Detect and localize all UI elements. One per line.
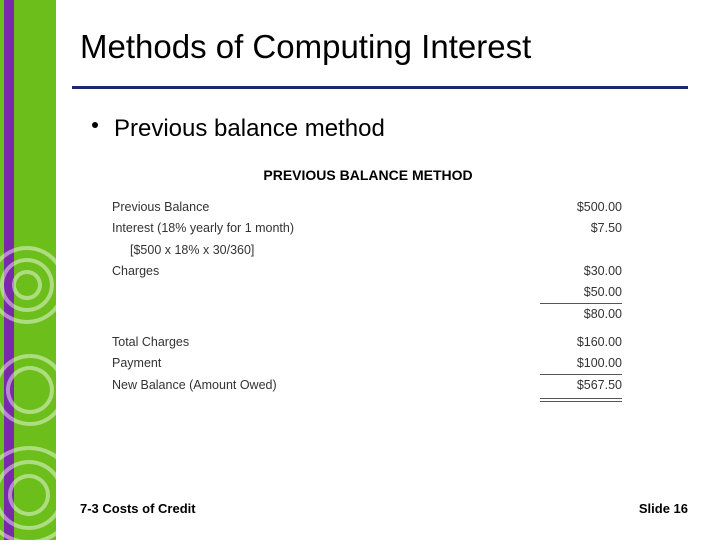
swirl-icon xyxy=(0,350,70,430)
slide-footer: 7-3 Costs of Credit Slide 16 xyxy=(72,501,688,516)
row-label xyxy=(108,304,538,325)
slide-content: Methods of Computing Interest Previous b… xyxy=(72,0,704,540)
row-value: $567.50 xyxy=(538,375,628,396)
table-row: $80.00 xyxy=(108,304,628,325)
table-row: [$500 x 18% x 30/360] xyxy=(108,240,628,261)
decorative-sidebar xyxy=(0,0,56,540)
row-label: Total Charges xyxy=(108,332,538,353)
table-row: Interest (18% yearly for 1 month) $7.50 xyxy=(108,218,628,239)
footer-left: 7-3 Costs of Credit xyxy=(72,501,196,516)
row-label: Previous Balance xyxy=(108,197,538,218)
row-value: $50.00 xyxy=(538,282,628,303)
footer-right: Slide 16 xyxy=(639,501,688,516)
table-row: Payment $100.00 xyxy=(108,353,628,374)
swirl-icon xyxy=(0,240,72,330)
table-header: PREVIOUS BALANCE METHOD xyxy=(108,161,628,197)
title-underline xyxy=(72,86,688,89)
table-row: Charges $30.00 xyxy=(108,261,628,282)
row-label: Charges xyxy=(108,261,538,282)
table-row: $50.00 xyxy=(108,282,628,303)
balance-table: PREVIOUS BALANCE METHOD Previous Balance… xyxy=(108,161,628,402)
row-label: Payment xyxy=(108,353,538,374)
row-value: $80.00 xyxy=(538,304,628,325)
row-label: Interest (18% yearly for 1 month) xyxy=(108,218,538,239)
row-label: New Balance (Amount Owed) xyxy=(108,375,538,396)
table-row: New Balance (Amount Owed) $567.50 xyxy=(108,375,628,396)
row-value xyxy=(538,240,628,261)
slide-title: Methods of Computing Interest xyxy=(72,0,704,66)
double-rule xyxy=(540,401,622,402)
table-row: Previous Balance $500.00 xyxy=(108,197,628,218)
bullet-item: Previous balance method xyxy=(92,115,704,143)
bullet-text: Previous balance method xyxy=(114,115,385,143)
bullet-dot-icon xyxy=(92,122,98,128)
row-value: $160.00 xyxy=(538,332,628,353)
row-value: $100.00 xyxy=(538,353,628,374)
row-value: $500.00 xyxy=(538,197,628,218)
row-value: $30.00 xyxy=(538,261,628,282)
double-rule xyxy=(540,398,622,399)
row-label xyxy=(108,282,538,303)
bullet-list: Previous balance method xyxy=(72,115,704,143)
table-row: Total Charges $160.00 xyxy=(108,332,628,353)
row-label: [$500 x 18% x 30/360] xyxy=(108,240,538,261)
row-value: $7.50 xyxy=(538,218,628,239)
